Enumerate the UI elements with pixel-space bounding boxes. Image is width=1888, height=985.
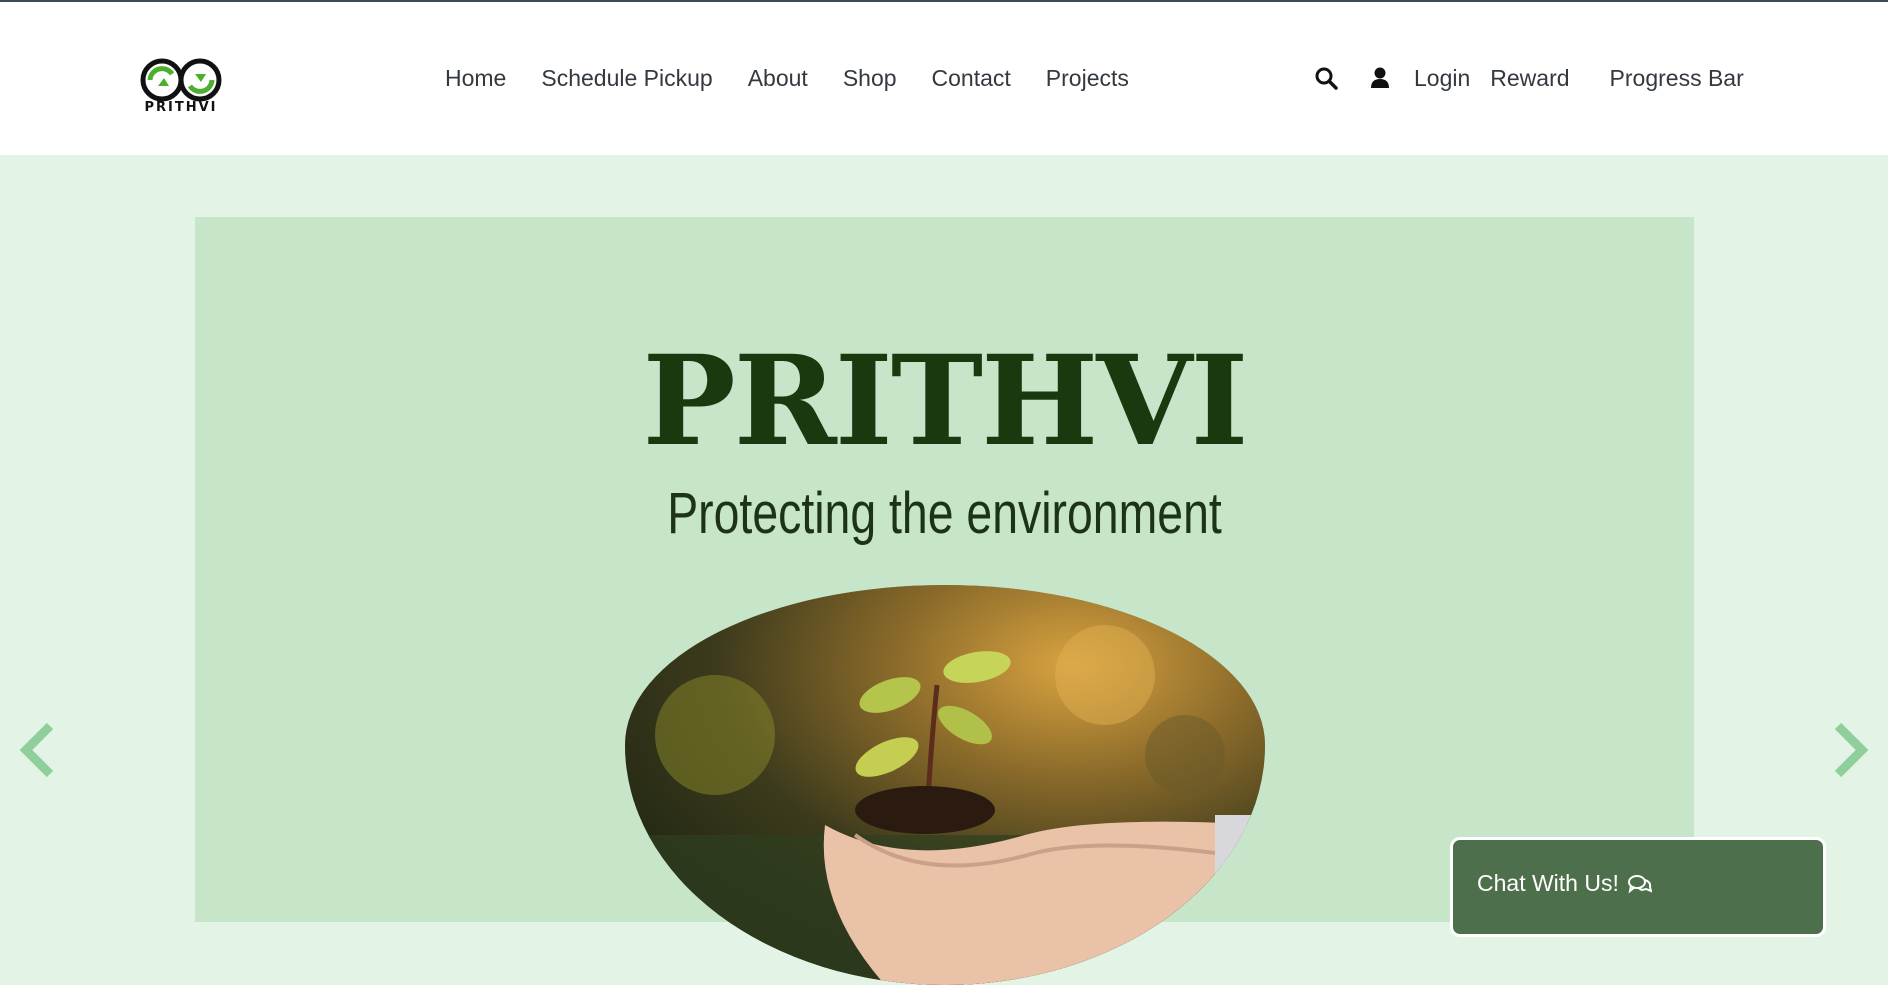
chevron-left-icon bbox=[19, 722, 54, 778]
progress-bar-link[interactable]: Progress Bar bbox=[1610, 62, 1744, 94]
seedling-photo bbox=[625, 585, 1265, 985]
user-button[interactable] bbox=[1366, 64, 1394, 92]
chat-label: Chat With Us! bbox=[1477, 870, 1619, 896]
nav-projects[interactable]: Projects bbox=[1046, 62, 1129, 94]
hero-title: PRITHVI bbox=[642, 329, 1249, 474]
main-nav: Home Schedule Pickup About Shop Contact … bbox=[445, 62, 1164, 94]
hero-image-seedling bbox=[625, 585, 1265, 985]
search-button[interactable] bbox=[1312, 64, 1340, 92]
chat-widget-button[interactable]: Chat With Us! bbox=[1450, 837, 1826, 937]
nav-schedule-pickup[interactable]: Schedule Pickup bbox=[541, 62, 712, 94]
brand-logo[interactable]: PRITHVI bbox=[140, 58, 222, 120]
hero-slide: PRITHVI Protecting the environment bbox=[195, 217, 1694, 985]
nav-shop[interactable]: Shop bbox=[843, 62, 897, 94]
nav-about[interactable]: About bbox=[748, 62, 808, 94]
nav-home[interactable]: Home bbox=[445, 62, 506, 94]
logo-infinity-icon bbox=[140, 58, 222, 102]
user-icon bbox=[1371, 67, 1389, 88]
carousel-next-button[interactable] bbox=[1830, 720, 1870, 780]
hero-subtitle: Protecting the environment bbox=[667, 481, 1222, 546]
nav-contact[interactable]: Contact bbox=[932, 62, 1011, 94]
navbar: PRITHVI Home Schedule Pickup About Shop … bbox=[0, 2, 1888, 155]
comments-icon bbox=[1627, 874, 1652, 894]
chevron-right-icon bbox=[1834, 722, 1869, 778]
logo-text: PRITHVI bbox=[144, 100, 218, 115]
right-nav: Login Reward Progress Bar bbox=[1312, 62, 1744, 94]
search-icon bbox=[1315, 67, 1338, 90]
carousel-prev-button[interactable] bbox=[18, 720, 58, 780]
reward-link[interactable]: Reward bbox=[1490, 62, 1569, 94]
chat-label-row: Chat With Us! bbox=[1477, 870, 1652, 897]
login-link[interactable]: Login bbox=[1414, 62, 1470, 94]
